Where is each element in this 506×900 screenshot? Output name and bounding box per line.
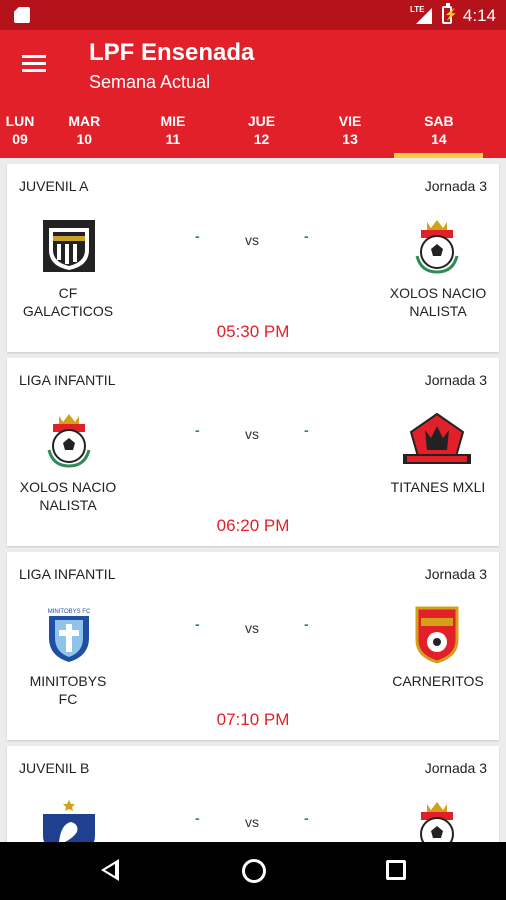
galacticos-shield-icon	[43, 220, 95, 272]
back-icon[interactable]	[101, 859, 119, 881]
tab-lun[interactable]: LUN 09	[0, 100, 40, 158]
home-score: -	[195, 422, 200, 438]
tab-date: 10	[76, 131, 93, 147]
app-title: LPF Ensenada	[89, 39, 255, 66]
battery-charging-icon: ⚡	[442, 3, 458, 24]
tab-date: 09	[12, 131, 28, 147]
home-team-name: XOLOS NACIO NALISTA	[19, 479, 117, 513]
tab-mar[interactable]: MAR 10	[40, 100, 129, 158]
signal-icon	[416, 8, 432, 24]
tab-date: 12	[253, 131, 270, 147]
away-score: -	[304, 616, 309, 632]
league-name: LIGA INFANTIL	[19, 372, 116, 388]
tab-date: 13	[342, 131, 358, 147]
home-score: -	[195, 810, 200, 826]
away-team-name: CARNERITOS	[392, 673, 484, 689]
away-team-name: TITANES MXLI	[390, 479, 486, 495]
round-label: Jornada 3	[424, 178, 487, 194]
xolos-crest-icon	[420, 802, 454, 842]
titanes-crest-icon	[403, 412, 471, 464]
sd-card-icon	[14, 7, 30, 23]
match-list[interactable]: JUVENIL A Jornada 3 CF GALACTICOS - vs -…	[0, 158, 506, 842]
round-label: Jornada 3	[424, 760, 487, 776]
round-label: Jornada 3	[424, 372, 487, 388]
tab-date: 11	[165, 131, 181, 147]
minitobys-shield-icon: MINITOBYS FC	[43, 606, 95, 662]
match-card[interactable]: JUVENIL B Jornada 3 - vs -	[7, 746, 499, 842]
vs-label: vs	[245, 814, 259, 830]
league-name: JUVENIL B	[19, 760, 90, 776]
tab-vie[interactable]: VIE 13	[306, 100, 395, 158]
tab-day: JUE	[247, 113, 276, 129]
league-name: LIGA INFANTIL	[19, 566, 116, 582]
match-card[interactable]: LIGA INFANTIL Jornada 3 MINITOBYS FC MIN…	[7, 552, 499, 740]
away-score: -	[304, 228, 309, 244]
tab-day: SAB	[424, 113, 454, 129]
home-team-name: MINITOBYS FC	[29, 673, 107, 707]
hamburger-menu-icon[interactable]	[22, 55, 46, 73]
away-score: -	[304, 422, 309, 438]
app-subtitle: Semana Actual	[89, 72, 211, 92]
rooster-crest-icon	[43, 800, 95, 842]
system-nav-bar	[0, 842, 506, 900]
tab-jue[interactable]: JUE 12	[217, 100, 306, 158]
tab-day: VIE	[338, 113, 362, 129]
home-score: -	[195, 228, 200, 244]
svg-text:MINITOBYS FC: MINITOBYS FC	[48, 609, 91, 615]
tab-mie[interactable]: MIE 11	[129, 100, 218, 158]
tab-day: MAR	[68, 113, 101, 129]
home-icon[interactable]	[242, 859, 266, 883]
tab-date: 14	[431, 131, 447, 147]
recent-apps-icon[interactable]	[386, 860, 406, 880]
day-tabs: LUN 09 MAR 10 MIE 11 JUE 12 VIE 13 SAB 14	[0, 100, 506, 158]
vs-label: vs	[245, 620, 259, 636]
carneritos-shield-icon	[415, 606, 459, 664]
round-label: Jornada 3	[424, 566, 487, 582]
tab-sab[interactable]: SAB 14	[394, 100, 484, 158]
app-bar: LPF Ensenada Semana Actual	[0, 30, 506, 100]
vs-label: vs	[245, 232, 259, 248]
league-name: JUVENIL A	[19, 178, 89, 194]
match-card[interactable]: JUVENIL A Jornada 3 CF GALACTICOS - vs -…	[7, 164, 499, 352]
match-time: 07:10 PM	[216, 710, 290, 729]
status-time: 4:14	[462, 6, 496, 25]
tab-day: LUN	[5, 113, 35, 129]
xolos-crest-icon	[415, 220, 459, 274]
status-bar: LTE ⚡ 4:14	[0, 0, 506, 30]
vs-label: vs	[245, 426, 259, 442]
away-score: -	[304, 810, 309, 826]
match-card[interactable]: LIGA INFANTIL Jornada 3 XOLOS NACIO NALI…	[7, 358, 499, 546]
home-score: -	[195, 616, 200, 632]
xolos-crest-icon	[47, 414, 91, 468]
match-time: 05:30 PM	[216, 322, 290, 341]
home-team-name: CF GALACTICOS	[22, 285, 114, 319]
match-time: 06:20 PM	[216, 516, 290, 535]
away-team-name: XOLOS NACIO NALISTA	[389, 285, 487, 319]
tab-day: MIE	[160, 113, 186, 129]
